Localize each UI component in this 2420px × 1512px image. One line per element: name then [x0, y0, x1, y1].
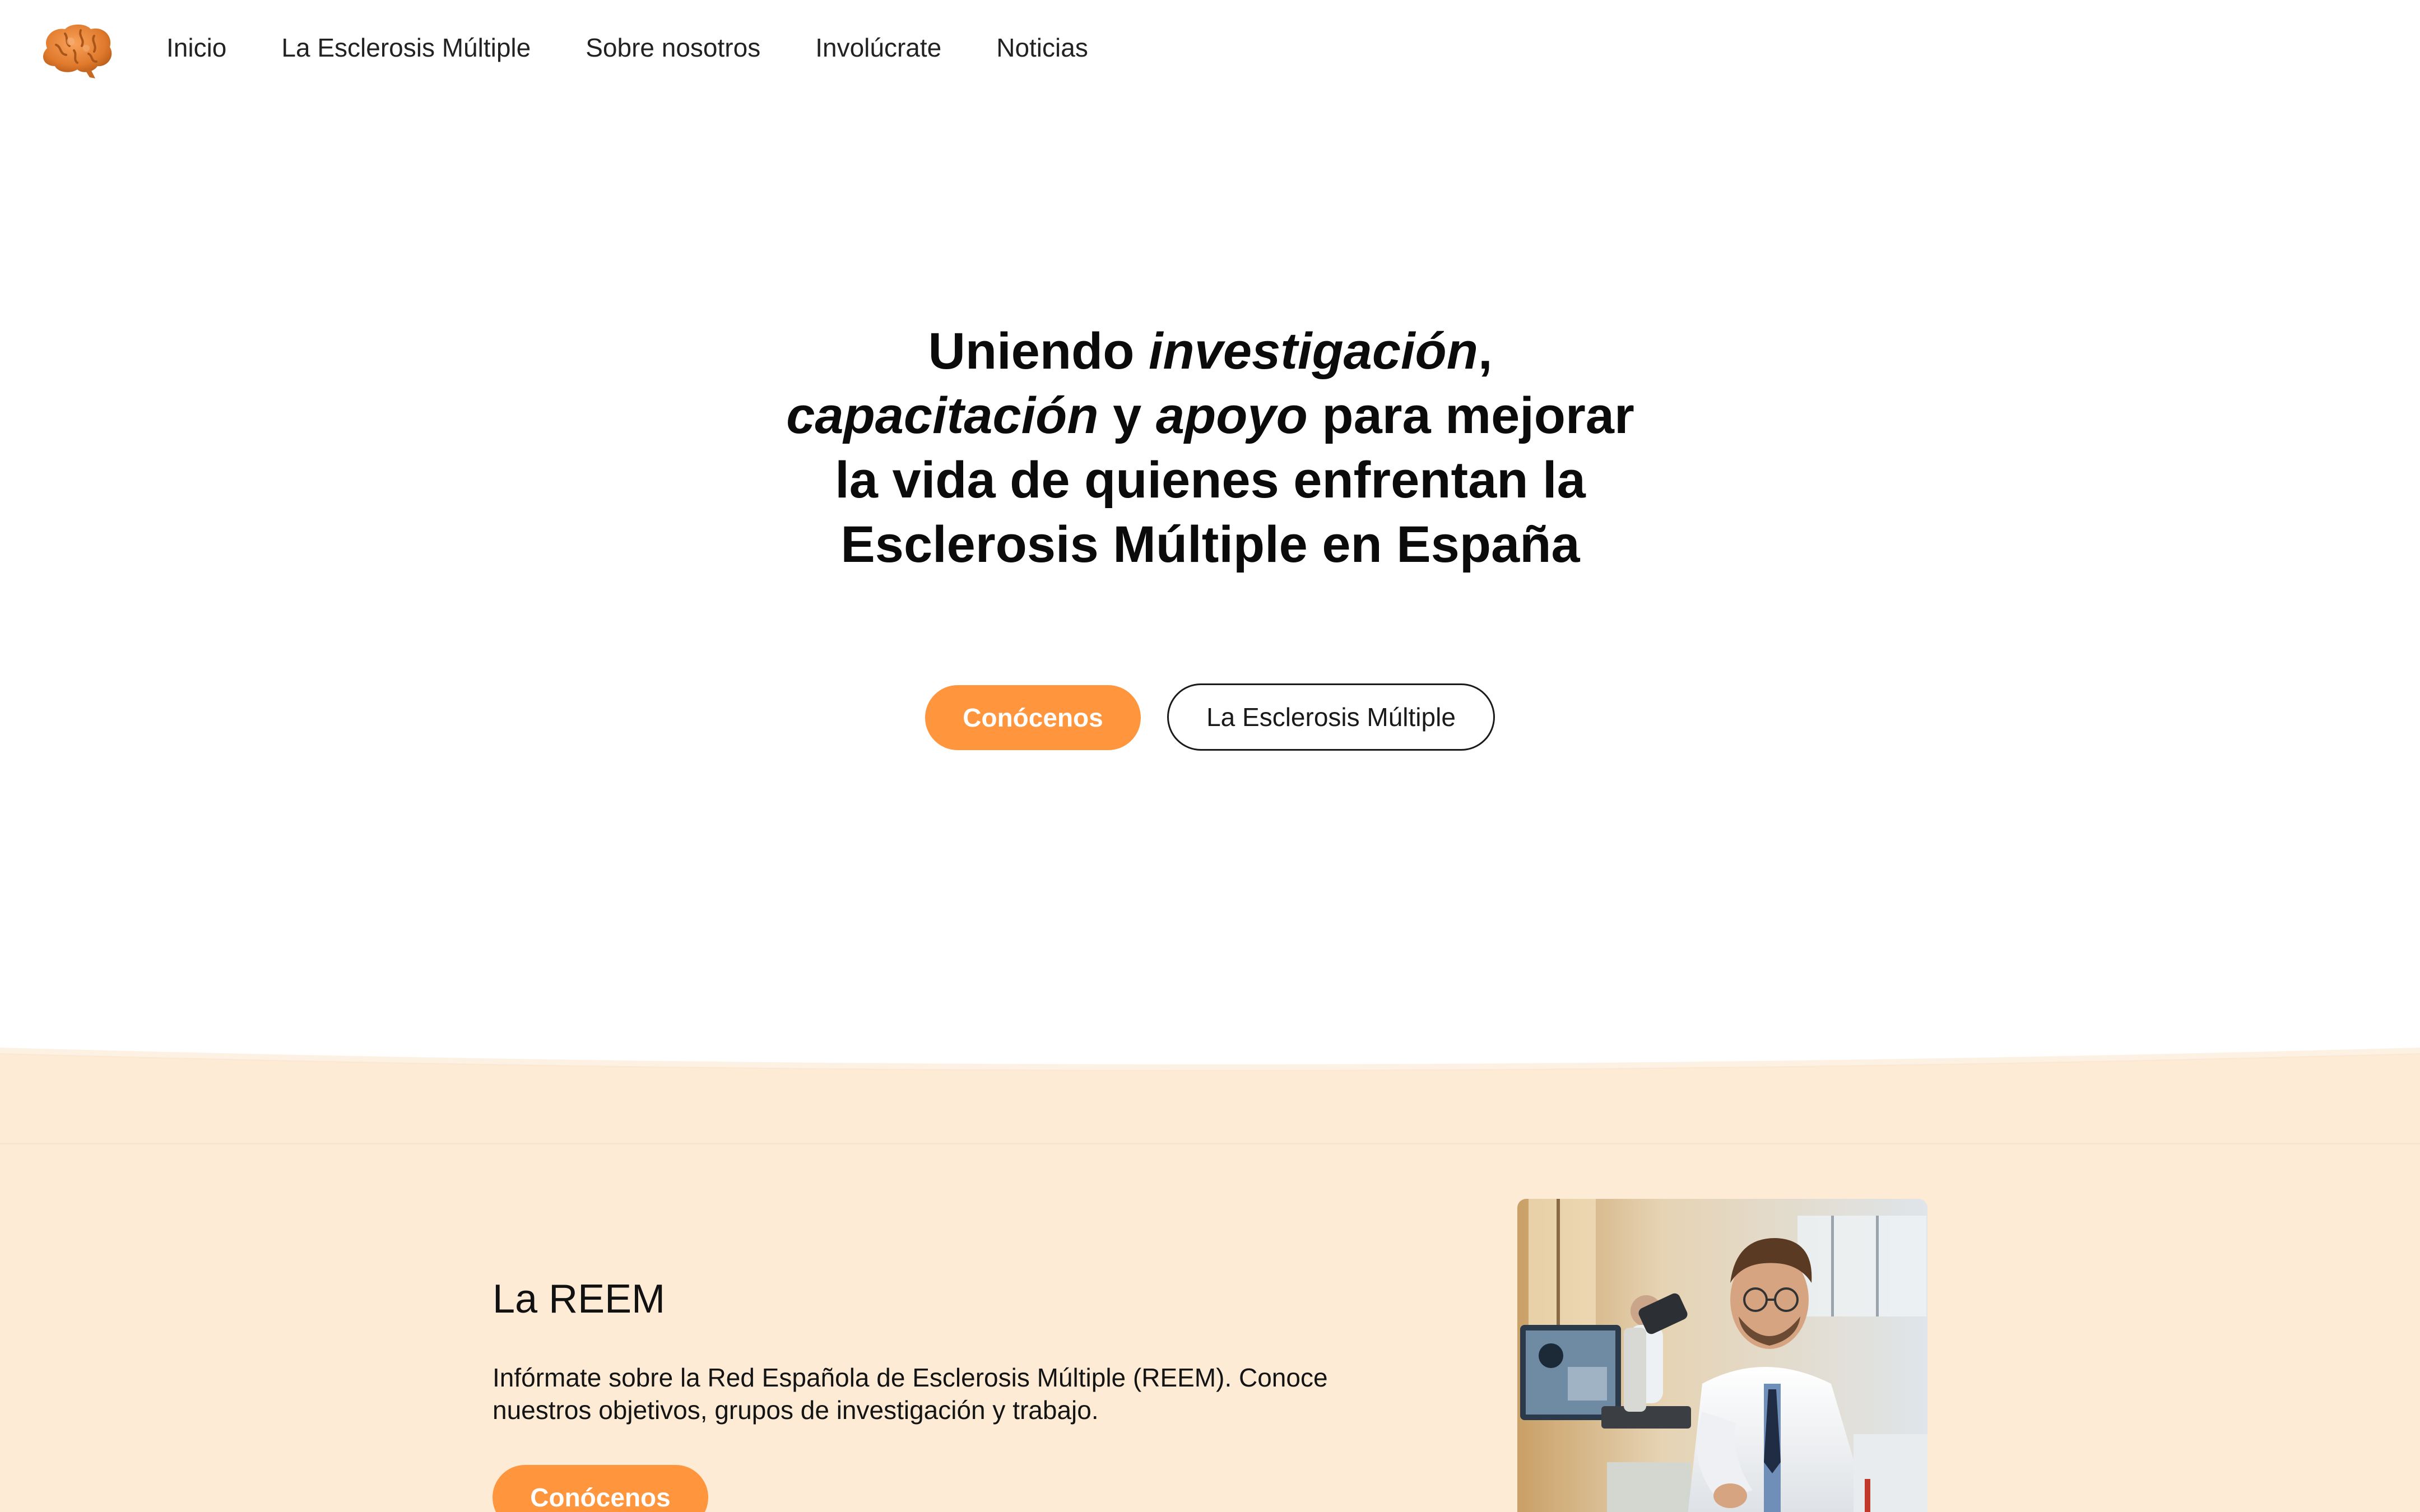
nav-link-sobre-nosotros[interactable]: Sobre nosotros: [586, 32, 760, 63]
nav-link-esclerosis-multiple[interactable]: La Esclerosis Múltiple: [281, 32, 531, 63]
conocenos-button[interactable]: Conócenos: [925, 685, 1141, 750]
hero-title-part: Uniendo: [928, 323, 1149, 380]
main-nav: Inicio La Esclerosis Múltiple Sobre noso…: [166, 32, 1143, 63]
esclerosis-multiple-button[interactable]: La Esclerosis Múltiple: [1167, 683, 1495, 751]
hero-title: Uniendo investigación, capacitación y ap…: [728, 319, 1692, 577]
reem-conocenos-button[interactable]: Conócenos: [493, 1465, 708, 1512]
hero-title-emphasis-capacitacion: capacitación: [786, 387, 1099, 444]
page: Inicio La Esclerosis Múltiple Sobre noso…: [0, 0, 2420, 1512]
brain-logo-icon[interactable]: [37, 21, 115, 81]
hero-title-part: ,: [1478, 323, 1493, 380]
hero-title-part: Esclerosis Múltiple en España: [840, 516, 1580, 573]
hero-title-part: la vida de quienes enfrentan la: [835, 452, 1586, 509]
nav-link-inicio[interactable]: Inicio: [166, 32, 226, 63]
hero-title-part: y: [1098, 387, 1156, 444]
reem-section-title: La REEM: [493, 1277, 666, 1322]
section-background: [0, 1048, 2420, 1512]
hero-title-emphasis-apoyo: apoyo: [1155, 387, 1308, 444]
reem-description-line: Infórmate sobre la Red Española de Escle…: [493, 1363, 1328, 1392]
reem-section-description: Infórmate sobre la Red Española de Escle…: [493, 1361, 1355, 1426]
top-navbar: Inicio La Esclerosis Múltiple Sobre noso…: [0, 0, 2420, 101]
nav-link-noticias[interactable]: Noticias: [996, 32, 1088, 63]
reem-description-line: nuestros objetivos, grupos de investigac…: [493, 1395, 1099, 1425]
nav-link-involucrate[interactable]: Involúcrate: [815, 32, 941, 63]
scientist-microscope-image: [1517, 1199, 1927, 1512]
hero-title-part: para mejorar: [1307, 387, 1634, 444]
hero-title-emphasis-investigacion: investigación: [1149, 323, 1478, 380]
